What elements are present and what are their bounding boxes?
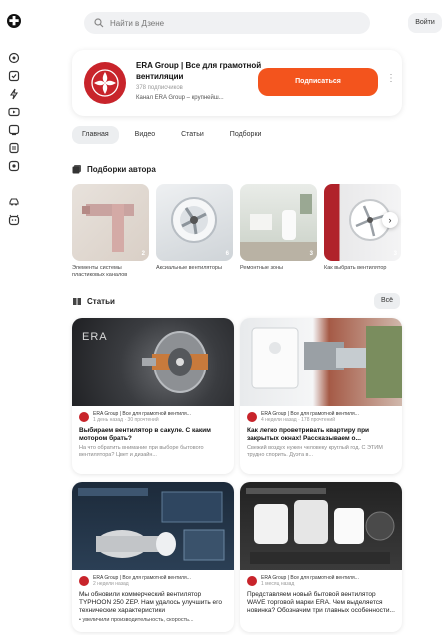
zen-logo-icon[interactable]: ✚ <box>7 14 21 28</box>
author-avatar[interactable] <box>247 576 257 586</box>
article-snippet: На что обратить внимание при выборе быто… <box>79 445 204 458</box>
subscriptions-icon[interactable] <box>8 70 20 82</box>
article-card[interactable]: ERA ERA Group | Все для грамотной вентил… <box>72 318 234 474</box>
article-time: 2 недели назад <box>93 581 129 587</box>
article-snippet: Свежий воздух нужен человеку круглый год… <box>247 445 383 458</box>
search-input[interactable] <box>110 18 350 28</box>
collection-item[interactable]: 3 Ремонтные зоны <box>240 184 317 279</box>
articles-header: Статьи <box>72 296 115 306</box>
channel-avatar[interactable] <box>84 62 126 104</box>
article-time: 4 недели назад · 178 прочтений <box>261 417 336 423</box>
search-icon <box>94 18 104 28</box>
articles-title: Статьи <box>87 296 115 306</box>
author-avatar[interactable] <box>79 412 89 422</box>
tab-main[interactable]: Главная <box>72 126 119 144</box>
collection-label: Аксиальные вентиляторы <box>156 265 222 271</box>
article-image <box>240 318 402 406</box>
era-logo-icon <box>91 69 119 97</box>
channel-description[interactable]: Канал ERA Group – крупнейш... <box>136 95 224 101</box>
channel-card: ERA Group | Все для грамотной вентиляции… <box>72 50 402 116</box>
article-card[interactable]: ERA Group | Все для грамотной вентиля...… <box>240 318 402 474</box>
article-image: ERA <box>72 318 234 406</box>
article-image-logo: ERA <box>82 331 108 343</box>
tab-collections[interactable]: Подборки <box>220 126 272 144</box>
car-icon[interactable] <box>8 196 20 208</box>
lightning-icon[interactable] <box>8 88 20 100</box>
articles-icon[interactable] <box>8 142 20 154</box>
collections-title: Подборки автора <box>87 164 156 174</box>
articles-section-icon <box>73 298 81 305</box>
tab-articles[interactable]: Статьи <box>171 126 214 144</box>
collection-icon <box>72 165 81 174</box>
collection-label: Как выбрать вентилятор <box>324 265 387 271</box>
article-snippet: • увеличили производительность, скорость… <box>79 617 194 623</box>
subscribe-button[interactable]: Подписаться <box>258 68 378 96</box>
collection-label: Элементы системы пластиковых каналов <box>72 265 128 278</box>
tab-video[interactable]: Видео <box>125 126 165 144</box>
channel-tabs: Главная Видео Статьи Подборки <box>72 126 271 144</box>
article-image <box>240 482 402 570</box>
article-card[interactable]: ERA Group | Все для грамотной вентиля...… <box>72 482 234 632</box>
kids-icon[interactable] <box>8 214 20 226</box>
subscriber-count: 378 подписчиков <box>136 85 183 91</box>
author-avatar[interactable] <box>79 576 89 586</box>
collection-item[interactable]: 2 Элементы системы пластиковых каналов <box>72 184 149 279</box>
article-time: 1 месяц назад <box>261 581 295 587</box>
left-rail: ✚ <box>0 0 28 635</box>
collection-count: 3 <box>309 251 313 257</box>
shorts-icon[interactable] <box>8 124 20 136</box>
home-icon[interactable] <box>8 52 20 64</box>
collection-count: 6 <box>225 251 229 257</box>
collections-header: Подборки автора <box>72 164 156 174</box>
article-time: 1 день назад · 30 прочтений <box>93 417 159 423</box>
search-bar[interactable] <box>84 12 370 34</box>
collection-item[interactable]: 6 Аксиальные вентиляторы <box>156 184 233 279</box>
article-title[interactable]: Выбираем вентилятор в сакуле. С каким мо… <box>79 427 227 443</box>
article-title[interactable]: Представляем новый бытовой вентилятор WA… <box>247 591 395 615</box>
collection-image: 2 <box>72 184 149 261</box>
more-options-icon[interactable]: ⋮ <box>386 74 396 84</box>
article-title[interactable]: Мы обновили коммерческий вентилятор TYPH… <box>79 591 227 615</box>
author-avatar[interactable] <box>247 412 257 422</box>
collection-image: 3 <box>240 184 317 261</box>
article-image <box>72 482 234 570</box>
article-title[interactable]: Как легко проветривать квартиру при закр… <box>247 427 395 443</box>
collection-label: Ремонтные зоны <box>240 265 283 271</box>
login-button[interactable]: Войти <box>408 13 442 33</box>
collection-image: 6 <box>156 184 233 261</box>
collection-count: 2 <box>141 251 145 257</box>
collection-item[interactable]: 3 Как выбрать вентилятор <box>324 184 401 279</box>
collection-count: 3 <box>393 251 397 257</box>
collections-row: 2 Элементы системы пластиковых каналов 6… <box>72 184 401 279</box>
carousel-next-icon[interactable]: › <box>382 212 398 228</box>
video-icon[interactable] <box>8 106 20 118</box>
games-icon[interactable] <box>8 160 20 172</box>
article-card[interactable]: ERA Group | Все для грамотной вентиля...… <box>240 482 402 632</box>
all-articles-button[interactable]: Всё <box>374 293 400 309</box>
channel-name[interactable]: ERA Group | Все для грамотной вентиляции <box>136 60 266 82</box>
